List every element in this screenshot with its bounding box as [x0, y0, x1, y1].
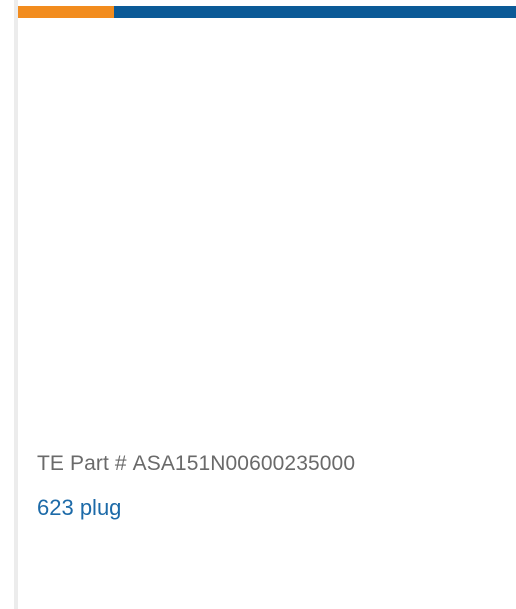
part-number-label: TE Part #	[37, 452, 127, 475]
accent-bar-orange	[18, 6, 114, 18]
accent-bar	[18, 6, 516, 18]
product-image-area[interactable]	[18, 18, 516, 430]
part-number: TE Part # ASA151N00600235000	[37, 451, 355, 477]
part-number-value: ASA151N00600235000	[132, 452, 356, 475]
product-name-link[interactable]: 623 plug	[37, 495, 121, 521]
product-card[interactable]: TE Part # ASA151N00600235000 623 plug	[18, 0, 516, 609]
accent-bar-blue	[114, 6, 516, 18]
